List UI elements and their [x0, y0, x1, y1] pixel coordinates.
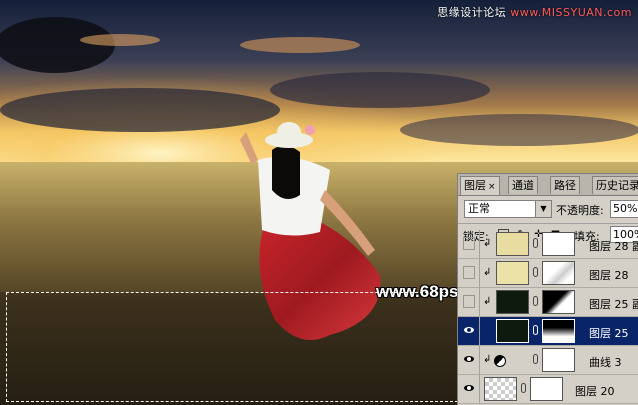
layer-mask[interactable]: [542, 348, 575, 372]
tab-channels-label: 通道: [512, 179, 534, 192]
opacity-label: 不透明度:: [556, 204, 604, 217]
clip-arrow-icon: ↲: [483, 296, 492, 307]
link-icon[interactable]: [533, 267, 538, 277]
layer-name[interactable]: 图层 28: [589, 267, 629, 283]
clip-arrow-icon: ↲: [483, 354, 492, 365]
layer-thumbnail: [496, 261, 529, 285]
layer-mask[interactable]: [542, 319, 575, 343]
layers-panel: 图层× 通道 路径 历史记录 正常 ▼ 不透明度: 50% 锁定: ✎ ✛ ■ …: [457, 173, 638, 405]
blend-mode-select[interactable]: 正常 ▼: [464, 200, 552, 218]
watermark-top: 思缘设计论坛 www.MISSYUAN.com: [437, 4, 632, 20]
layer-mask[interactable]: [530, 377, 563, 401]
layer-name[interactable]: 图层 25 副: [589, 296, 638, 312]
layer-row[interactable]: ↲ 曲线 3: [458, 346, 638, 375]
layer-thumbnail: [496, 290, 529, 314]
eye-icon[interactable]: [464, 356, 474, 362]
visibility-cell[interactable]: [458, 317, 480, 345]
visibility-cell[interactable]: [458, 259, 480, 287]
tab-paths-label: 路径: [554, 179, 576, 192]
tab-history-label: 历史记录: [596, 179, 638, 192]
visibility-box[interactable]: [463, 266, 475, 279]
link-icon[interactable]: [533, 296, 538, 306]
layer-row[interactable]: ↲ 图层 28: [458, 259, 638, 288]
tab-history[interactable]: 历史记录: [592, 176, 638, 194]
layer-thumbnail: [496, 232, 529, 256]
panel-tabbar: 图层 × 通道 路径 历史记录: [458, 174, 638, 196]
visibility-cell[interactable]: [458, 230, 480, 258]
visibility-cell[interactable]: [458, 288, 480, 316]
watermark-site: 思缘设计论坛: [437, 6, 507, 19]
chevron-down-icon[interactable]: ▼: [535, 201, 551, 217]
layer-name[interactable]: 图层 25: [589, 325, 629, 341]
opacity-field[interactable]: 50%: [610, 200, 638, 218]
visibility-cell[interactable]: [458, 375, 480, 403]
adjustment-layer-icon: [494, 355, 506, 367]
layer-mask[interactable]: [542, 261, 575, 285]
link-icon[interactable]: [533, 325, 538, 335]
layer-mask[interactable]: [542, 232, 575, 256]
tab-layers[interactable]: 图层 ×: [460, 176, 500, 195]
tab-paths[interactable]: 路径: [550, 176, 580, 194]
layer-mask[interactable]: [542, 290, 575, 314]
clip-arrow-icon: ↲: [483, 267, 492, 278]
tab-layers-label: 图层: [464, 179, 486, 192]
layer-name[interactable]: 图层 28 副: [589, 238, 638, 254]
layer-row[interactable]: ↲ 图层 28 副: [458, 230, 638, 259]
layer-list: ↲ 图层 28 副 ↲ 图层 28 ↲ 图层 25 副 图层 25 ↲ 曲线 3…: [458, 230, 638, 405]
layer-row-selected[interactable]: 图层 25: [458, 317, 638, 346]
link-icon[interactable]: [533, 354, 538, 364]
layer-name[interactable]: 图层 20: [575, 383, 615, 399]
layer-thumbnail: [496, 319, 529, 343]
visibility-cell[interactable]: [458, 346, 480, 374]
layer-thumbnail: [484, 377, 517, 401]
layer-row[interactable]: ↲ 图层 25 副: [458, 288, 638, 317]
layer-row[interactable]: 图层 20: [458, 375, 638, 404]
tab-channels[interactable]: 通道: [508, 176, 538, 194]
link-icon[interactable]: [521, 383, 526, 393]
blend-mode-value: 正常: [468, 202, 490, 215]
marquee-selection: [6, 292, 458, 402]
watermark-url-top: www.MISSYUAN.com: [510, 6, 632, 19]
clip-arrow-icon: ↲: [483, 238, 492, 249]
eye-icon[interactable]: [464, 327, 474, 333]
eye-icon[interactable]: [464, 385, 474, 391]
visibility-box[interactable]: [463, 237, 475, 250]
close-icon[interactable]: ×: [488, 182, 496, 192]
link-icon[interactable]: [533, 238, 538, 248]
visibility-box[interactable]: [463, 295, 475, 308]
layer-name[interactable]: 曲线 3: [589, 354, 622, 370]
